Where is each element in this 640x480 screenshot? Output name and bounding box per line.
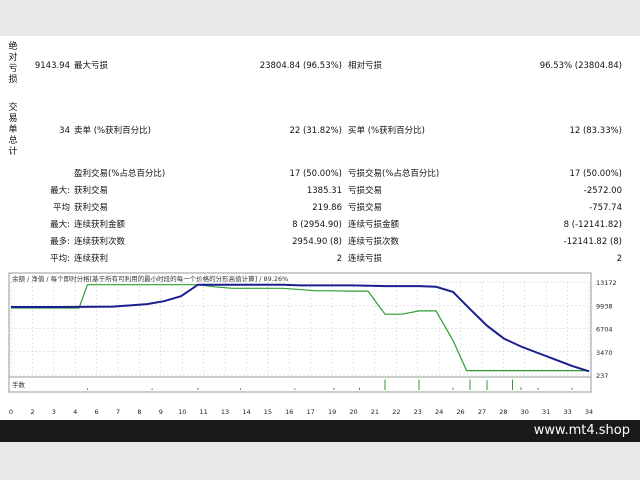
stats-row-value-right: -12141.82 (8) bbox=[563, 237, 622, 247]
stats-row-value-left: 2 bbox=[336, 254, 342, 264]
x-tick-label: 27 bbox=[478, 408, 486, 416]
x-tick-label: 9 bbox=[159, 408, 163, 416]
x-tick-label: 11 bbox=[200, 408, 208, 416]
x-tick-label: 30 bbox=[521, 408, 529, 416]
stats-row-label-right: 连续亏损 bbox=[348, 254, 383, 264]
x-tick-label: 2 bbox=[30, 408, 34, 416]
max-drawdown-value: 23804.84 (96.53%) bbox=[259, 61, 342, 71]
x-tick-label: 6 bbox=[95, 408, 99, 416]
relative-drawdown-label: 相对亏损 bbox=[348, 61, 383, 71]
x-tick-label: 14 bbox=[242, 408, 250, 416]
stats-row-label-left: 获利交易 bbox=[74, 203, 109, 213]
stats-row-value-left: 219.86 bbox=[312, 203, 342, 213]
x-tick-label: 24 bbox=[435, 408, 443, 416]
x-axis-ticks: 0 2 3 4 6 7 8 9 10 11 13 14 15 16 17 19 20 21 22 23 24 26 27 28… bbox=[9, 408, 593, 416]
chart-legend-text: 余额 / 净值 / 每个即时分格[基于所有可利用的最小时段的每一个价格的分形高值… bbox=[12, 274, 288, 283]
balance-chart: 余额 / 净值 / 每个即时分格[基于所有可利用的最小时段的每一个价格的分形高值… bbox=[8, 272, 617, 416]
loss-trades-label: 亏损交易(%占总百分比) bbox=[348, 169, 440, 179]
y-tick-label: 13172 bbox=[596, 279, 617, 287]
x-tick-label: 10 bbox=[178, 408, 186, 416]
profit-trades-value: 17 (50.00%) bbox=[289, 169, 342, 179]
short-trades-label: 卖单 (%获利百分比) bbox=[74, 126, 151, 136]
stats-row-label-right: 亏损交易 bbox=[348, 186, 383, 196]
stats-row-value-right: 8 (-12141.82) bbox=[563, 220, 622, 230]
x-tick-label: 26 bbox=[456, 408, 464, 416]
stats-row-label-right: 连续亏损金额 bbox=[348, 220, 400, 230]
x-tick-label: 3 bbox=[52, 408, 56, 416]
stats-row-label-left: 连续获利 bbox=[74, 254, 109, 264]
x-tick-label: 22 bbox=[392, 408, 400, 416]
y-tick-label: 6704 bbox=[596, 326, 613, 334]
stats-row-prefix: 最多: bbox=[50, 237, 70, 247]
absolute-drawdown-value: 9143.94 bbox=[34, 61, 70, 71]
x-tick-label: 16 bbox=[285, 408, 293, 416]
x-tick-label: 15 bbox=[264, 408, 272, 416]
volume-label: 手数 bbox=[12, 380, 26, 389]
stats-row-value-left: 8 (2954.90) bbox=[292, 220, 342, 230]
y-axis-ticks: 13172 9938 6704 3470 237 bbox=[596, 279, 617, 380]
profit-trades-label: 盈利交易(%占总百分比) bbox=[74, 169, 166, 179]
site-watermark: www.mt4.shop bbox=[533, 423, 630, 438]
balance-chart-panel: 余额 / 净值 / 每个即时分格[基于所有可利用的最小时段的每一个价格的分形高值… bbox=[0, 268, 640, 420]
relative-drawdown-value: 96.53% (23804.84) bbox=[539, 61, 622, 71]
x-tick-label: 20 bbox=[349, 408, 357, 416]
x-tick-label: 17 bbox=[307, 408, 315, 416]
x-tick-label: 21 bbox=[371, 408, 379, 416]
x-tick-label: 7 bbox=[116, 408, 120, 416]
stats-row-prefix: 平均: bbox=[50, 254, 70, 264]
strategy-report: 绝对 亏损 交易 单总 计 9143.94 最大亏损 23804.84 (96.… bbox=[0, 36, 640, 268]
stats-row-label-left: 获利交易 bbox=[74, 186, 109, 196]
chart-plot-frame bbox=[8, 272, 592, 393]
short-trades-value: 22 (31.82%) bbox=[289, 126, 342, 136]
stats-row-value-left: 1385.31 bbox=[306, 186, 342, 196]
footer-spacer bbox=[0, 442, 640, 480]
total-trades-value: 34 bbox=[59, 126, 70, 136]
absolute-drawdown-section-label: 绝对 亏损 bbox=[8, 42, 18, 85]
x-tick-label: 0 bbox=[9, 408, 13, 416]
stats-row-value-right: 2 bbox=[616, 254, 622, 264]
stats-row-value-right: -2572.00 bbox=[583, 186, 622, 196]
stats-row-prefix: 最大: bbox=[50, 186, 70, 196]
x-tick-label: 19 bbox=[328, 408, 336, 416]
stats-row-prefix: 平均 bbox=[52, 203, 70, 213]
y-tick-label: 9938 bbox=[596, 302, 613, 310]
x-tick-label: 23 bbox=[414, 408, 422, 416]
long-trades-value: 12 (83.33%) bbox=[569, 126, 622, 136]
max-drawdown-label: 最大亏损 bbox=[74, 61, 109, 71]
x-tick-label: 34 bbox=[585, 408, 593, 416]
y-tick-label: 237 bbox=[596, 372, 608, 380]
stats-row-value-right: -757.74 bbox=[589, 203, 622, 213]
stats-row-value-left: 2954.90 (8) bbox=[292, 237, 342, 247]
stats-row-label-left: 连续获利金额 bbox=[74, 220, 126, 230]
stats-row-prefix: 最大: bbox=[50, 220, 70, 230]
stats-row-label-right: 连续亏损次数 bbox=[348, 237, 400, 247]
total-trades-section-label: 交易 单总 计 bbox=[8, 103, 18, 157]
long-trades-label: 买单 (%获利百分比) bbox=[348, 126, 425, 136]
footer-bar: www.mt4.shop bbox=[0, 420, 640, 442]
loss-trades-value: 17 (50.00%) bbox=[569, 169, 622, 179]
x-tick-label: 31 bbox=[542, 408, 550, 416]
x-tick-label: 8 bbox=[137, 408, 141, 416]
x-tick-label: 4 bbox=[73, 408, 77, 416]
y-tick-label: 3470 bbox=[596, 349, 613, 357]
x-tick-label: 13 bbox=[221, 408, 229, 416]
stats-row-label-left: 连续获利次数 bbox=[74, 237, 126, 247]
stats-row-label-right: 亏损交易 bbox=[348, 203, 383, 213]
x-tick-label: 28 bbox=[499, 408, 507, 416]
x-tick-label: 33 bbox=[563, 408, 571, 416]
